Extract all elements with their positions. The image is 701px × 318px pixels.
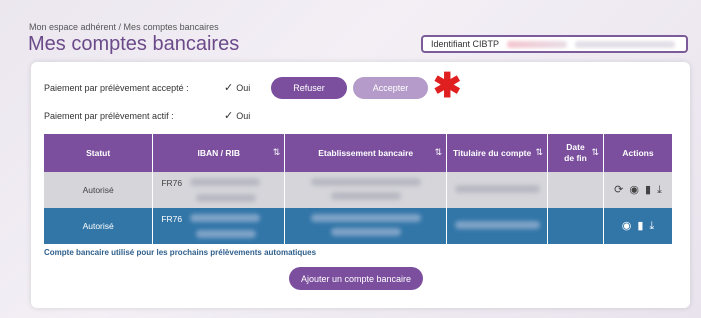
- header-statut: Statut: [44, 134, 154, 172]
- iban-cell: FR76: [152, 172, 286, 208]
- eye-icon[interactable]: ◉: [629, 184, 639, 196]
- footer-note: Compte bancaire utilisé pour les prochai…: [44, 248, 317, 257]
- sort-icon[interactable]: ⇅: [536, 147, 544, 158]
- refuser-button[interactable]: Refuser: [271, 77, 347, 99]
- check-icon: ✓: [224, 82, 234, 94]
- titulaire-cell: [446, 172, 549, 208]
- sort-icon[interactable]: ⇅: [591, 147, 599, 158]
- iban-cell: FR76: [152, 208, 286, 244]
- cibtp-value-redacted: [507, 40, 568, 48]
- actions-cell: ◉ ▮ ⤓: [603, 208, 674, 244]
- iban-redacted: [190, 178, 261, 186]
- table-row[interactable]: Autorisé FR76 ◉ ▮ ⤓: [44, 208, 674, 244]
- etablissement-redacted: [330, 192, 401, 200]
- header-date-fin[interactable]: Date de fin ⇅: [547, 134, 604, 172]
- etablissement-redacted: [310, 214, 421, 222]
- breadcrumb: Mon espace adhérent / Mes comptes bancai…: [29, 22, 219, 32]
- header-actions: Actions: [603, 134, 674, 172]
- etablissement-cell: [284, 172, 448, 208]
- actions-cell: ⟳ ◉ ▮ ⤓: [603, 172, 674, 208]
- prelevement-actif-label: Paiement par prélèvement actif :: [44, 111, 174, 121]
- cibtp-label: Identifiant CIBTP: [431, 39, 500, 49]
- download-icon[interactable]: ⤓: [649, 220, 654, 232]
- titulaire-redacted: [454, 185, 540, 193]
- date-fin-cell: [547, 208, 604, 244]
- statut-cell: Autorisé: [44, 208, 154, 244]
- accounts-table: Statut IBAN / RIB ⇅ Etablissement bancair…: [44, 134, 674, 244]
- asterisk-icon: ✱: [433, 67, 462, 105]
- cibtp-field: Identifiant CIBTP: [421, 35, 688, 53]
- prelevement-accepte-status: ✓ Oui: [224, 81, 250, 94]
- sort-icon[interactable]: ⇅: [273, 147, 281, 158]
- eye-icon[interactable]: ◉: [622, 220, 632, 232]
- etablissement-redacted: [330, 228, 401, 236]
- table-row[interactable]: Autorisé FR76 ⟳ ◉ ▮ ⤓: [44, 172, 674, 208]
- prelevement-actif-status: ✓ Oui: [224, 109, 250, 122]
- iban-redacted: [196, 230, 257, 238]
- titulaire-redacted: [454, 221, 540, 229]
- trash-icon[interactable]: ▮: [637, 220, 643, 232]
- iban-redacted: [196, 194, 257, 202]
- date-fin-cell: [547, 172, 604, 208]
- sort-icon[interactable]: ⇅: [435, 147, 443, 158]
- accepter-button[interactable]: Accepter: [353, 77, 428, 99]
- trash-icon[interactable]: ▮: [645, 184, 651, 196]
- header-iban[interactable]: IBAN / RIB ⇅: [152, 134, 286, 172]
- cibtp-value-redacted-2: [575, 40, 676, 48]
- iban-redacted: [190, 214, 261, 222]
- check-icon: ✓: [224, 110, 234, 122]
- add-account-button[interactable]: Ajouter un compte bancaire: [289, 267, 423, 290]
- table-header-row: Statut IBAN / RIB ⇅ Etablissement bancair…: [44, 134, 674, 172]
- titulaire-cell: [446, 208, 549, 244]
- header-etablissement[interactable]: Etablissement bancaire ⇅: [284, 134, 448, 172]
- refresh-icon[interactable]: ⟳: [614, 184, 623, 196]
- prelevement-accepte-value: Oui: [236, 83, 251, 93]
- statut-cell: Autorisé: [44, 172, 154, 208]
- prelevement-actif-value: Oui: [236, 111, 251, 121]
- prelevement-accepte-label: Paiement par prélèvement accepté :: [44, 83, 189, 93]
- etablissement-redacted: [310, 178, 421, 186]
- etablissement-cell: [284, 208, 448, 244]
- page-title: Mes comptes bancaires: [28, 33, 240, 55]
- download-icon[interactable]: ⤓: [657, 184, 662, 196]
- accounts-card: Paiement par prélèvement accepté : ✓ Oui …: [31, 62, 690, 308]
- header-titulaire[interactable]: Titulaire du compte ⇅: [446, 134, 549, 172]
